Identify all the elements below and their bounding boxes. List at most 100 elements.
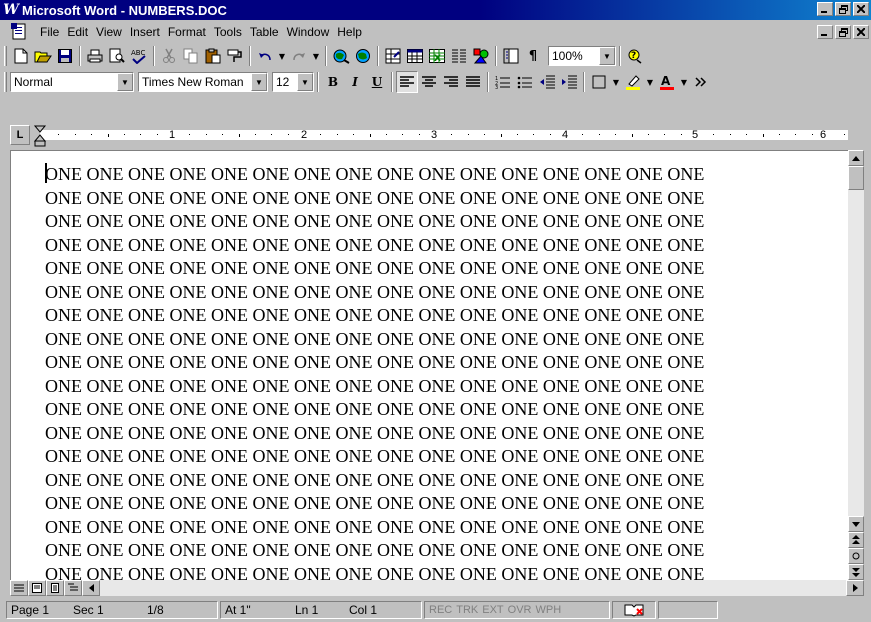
undo-button[interactable]	[254, 45, 276, 67]
ruler-tick	[533, 134, 534, 135]
menu-help[interactable]: Help	[333, 23, 366, 41]
toolbar-grip[interactable]	[4, 46, 7, 66]
next-page-button[interactable]	[848, 564, 864, 580]
scroll-thumb[interactable]	[848, 166, 864, 190]
minimize-button[interactable]	[817, 2, 833, 16]
new-document-button[interactable]	[10, 45, 32, 67]
font-select[interactable]: Times New Roman ▼	[138, 72, 268, 92]
font-color-dropdown[interactable]: ▼	[678, 71, 690, 93]
highlight-dropdown[interactable]: ▼	[644, 71, 656, 93]
title-bar[interactable]: W Microsoft Word - NUMBERS.DOC	[0, 0, 871, 20]
doc-close-button[interactable]	[853, 25, 869, 39]
toolbar-grip[interactable]	[4, 72, 7, 92]
menu-table[interactable]: Table	[246, 23, 283, 41]
select-browse-object-button[interactable]	[848, 548, 864, 564]
menu-insert[interactable]: Insert	[126, 23, 164, 41]
style-select[interactable]: Normal ▼	[10, 72, 134, 92]
doc-minimize-button[interactable]	[817, 25, 833, 39]
redo-dropdown[interactable]: ▼	[310, 45, 322, 67]
align-center-button[interactable]	[418, 71, 440, 93]
tables-borders-button[interactable]	[382, 45, 404, 67]
indent-marker-icon[interactable]	[34, 125, 48, 147]
numbering-button[interactable]: 123	[492, 71, 514, 93]
print-button[interactable]	[84, 45, 106, 67]
borders-dropdown[interactable]: ▼	[610, 71, 622, 93]
mode-wph[interactable]: WPH	[533, 604, 563, 616]
tab-selector[interactable]: L	[10, 125, 30, 145]
format-painter-button[interactable]	[224, 45, 246, 67]
status-spelling[interactable]	[612, 601, 656, 619]
menu-format[interactable]: Format	[164, 23, 210, 41]
scroll-down-button[interactable]	[848, 516, 864, 532]
chevron-down-icon[interactable]: ▼	[297, 73, 313, 91]
border-icon	[592, 75, 606, 89]
redo-button[interactable]	[288, 45, 310, 67]
menu-edit[interactable]: Edit	[63, 23, 92, 41]
increase-indent-button[interactable]	[558, 71, 580, 93]
chevron-down-icon[interactable]: ▼	[251, 73, 267, 91]
scroll-up-button[interactable]	[848, 150, 864, 166]
print-preview-button[interactable]	[106, 45, 128, 67]
show-hide-button[interactable]: ¶	[522, 45, 544, 67]
web-layout-view-button[interactable]	[28, 580, 46, 596]
normal-view-button[interactable]	[10, 580, 28, 596]
menu-tools[interactable]: Tools	[210, 23, 246, 41]
more-buttons[interactable]	[690, 71, 712, 93]
underline-button[interactable]: U	[366, 71, 388, 93]
mode-ovr[interactable]: OVR	[506, 604, 534, 616]
insert-excel-button[interactable]: X	[426, 45, 448, 67]
align-right-button[interactable]	[440, 71, 462, 93]
open-button[interactable]	[32, 45, 54, 67]
undo-dropdown[interactable]: ▼	[276, 45, 288, 67]
mode-trk[interactable]: TRK	[454, 604, 480, 616]
undo-icon	[259, 53, 271, 61]
columns-button[interactable]	[448, 45, 470, 67]
mode-ext[interactable]: EXT	[480, 604, 505, 616]
chevron-down-icon[interactable]: ▼	[599, 47, 615, 65]
menu-view[interactable]: View	[92, 23, 126, 41]
menu-window[interactable]: Window	[283, 23, 334, 41]
horizontal-scroll-track[interactable]	[100, 580, 846, 596]
scroll-left-button[interactable]	[82, 580, 100, 596]
cut-button[interactable]	[158, 45, 180, 67]
insert-hyperlink-button[interactable]	[330, 45, 352, 67]
document-area[interactable]: ONE ONE ONE ONE ONE ONE ONE ONE ONE ONE …	[10, 150, 848, 580]
zoom-select[interactable]: 100% ▼	[548, 46, 616, 66]
copy-button[interactable]	[180, 45, 202, 67]
restore-button[interactable]	[835, 2, 851, 16]
ruler-tick	[288, 134, 289, 135]
font-size-select[interactable]: 12 ▼	[272, 72, 314, 92]
save-button[interactable]	[54, 45, 76, 67]
document-map-button[interactable]	[500, 45, 522, 67]
paste-button[interactable]	[202, 45, 224, 67]
document-text[interactable]: ONE ONE ONE ONE ONE ONE ONE ONE ONE ONE …	[45, 163, 845, 580]
word-app-icon[interactable]: W	[3, 2, 19, 18]
vertical-scrollbar[interactable]	[848, 150, 864, 580]
spelling-button[interactable]: ABC	[128, 45, 150, 67]
decrease-indent-button[interactable]	[536, 71, 558, 93]
document-control-icon[interactable]	[10, 23, 32, 41]
menu-file[interactable]: File	[36, 23, 63, 41]
italic-button[interactable]: I	[344, 71, 366, 93]
doc-restore-button[interactable]	[835, 25, 851, 39]
scroll-right-button[interactable]	[846, 580, 864, 596]
outline-view-button[interactable]	[64, 580, 82, 596]
highlight-button[interactable]	[622, 71, 644, 93]
bold-button[interactable]: B	[322, 71, 344, 93]
align-left-button[interactable]	[396, 71, 418, 93]
horizontal-ruler[interactable]: 1 2 3 4 5 6	[34, 125, 848, 147]
chevron-down-icon[interactable]: ▼	[117, 73, 133, 91]
bullets-button[interactable]	[514, 71, 536, 93]
office-assistant-button[interactable]: ?	[624, 45, 646, 67]
web-toolbar-button[interactable]	[352, 45, 374, 67]
justify-button[interactable]	[462, 71, 484, 93]
drawing-button[interactable]	[470, 45, 492, 67]
insert-table-button[interactable]	[404, 45, 426, 67]
borders-button[interactable]	[588, 71, 610, 93]
font-color-button[interactable]: A	[656, 71, 678, 93]
ruler-number: 3	[431, 129, 438, 141]
previous-page-button[interactable]	[848, 532, 864, 548]
close-button[interactable]	[853, 2, 869, 16]
mode-rec[interactable]: REC	[427, 604, 454, 616]
print-layout-view-button[interactable]	[46, 580, 64, 596]
